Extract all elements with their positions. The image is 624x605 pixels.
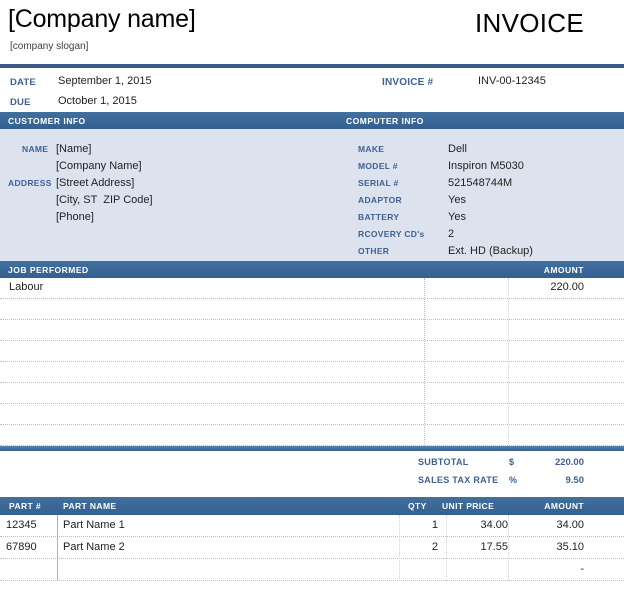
computer-info-key: BATTERY bbox=[358, 212, 400, 222]
job-amount[interactable]: 220.00 bbox=[550, 281, 584, 293]
customer-line[interactable]: [Company Name] bbox=[56, 158, 153, 175]
date-value[interactable]: September 1, 2015 bbox=[58, 75, 152, 87]
computer-info-key: MAKE bbox=[358, 144, 385, 154]
job-table-amount-divider bbox=[508, 278, 509, 446]
parts-col-qty: QTY bbox=[408, 501, 427, 511]
sales-tax-rate-row: SALES TAX RATE % 9.50 bbox=[0, 475, 624, 493]
job-amount-heading: AMOUNT bbox=[543, 265, 584, 275]
due-value[interactable]: October 1, 2015 bbox=[58, 95, 137, 107]
job-performed-heading: JOB PERFORMED bbox=[8, 265, 89, 275]
sales-tax-rate-value[interactable]: 9.50 bbox=[566, 475, 585, 486]
parts-table-body: 12345 Part Name 1 1 34.00 34.00 67890 Pa… bbox=[0, 515, 624, 581]
job-row[interactable] bbox=[0, 362, 624, 383]
customer-line[interactable]: [City, ST ZIP Code] bbox=[56, 192, 153, 209]
parts-table-header: PART # PART NAME QTY UNIT PRICE AMOUNT bbox=[0, 497, 624, 515]
computer-info-key: RCOVERY CD's bbox=[358, 229, 425, 239]
computer-info-value[interactable]: Yes bbox=[448, 209, 466, 226]
company-name: [Company name] bbox=[8, 5, 196, 33]
parts-col-part-number: PART # bbox=[9, 501, 41, 511]
job-row[interactable] bbox=[0, 341, 624, 362]
computer-info-row: ADAPTOR Yes bbox=[358, 192, 533, 209]
computer-info-row: OTHER Ext. HD (Backup) bbox=[358, 243, 533, 260]
parts-col-unit-price: UNIT PRICE bbox=[442, 501, 495, 511]
job-rows: Labour 220.00 bbox=[0, 278, 624, 446]
computer-info-key: SERIAL # bbox=[358, 178, 399, 188]
part-number-cell[interactable]: 12345 bbox=[6, 519, 37, 531]
company-slogan: [company slogan] bbox=[10, 41, 89, 52]
customer-line[interactable]: [Name] bbox=[56, 141, 153, 158]
info-section-header-band: CUSTOMER INFO COMPUTER INFO bbox=[0, 112, 624, 129]
date-label: DATE bbox=[10, 77, 36, 88]
customer-line[interactable]: [Phone] bbox=[56, 209, 153, 226]
sales-tax-rate-label: SALES TAX RATE bbox=[418, 475, 499, 485]
computer-info-key: OTHER bbox=[358, 246, 390, 256]
computer-info-row: MODEL # Inspiron M5030 bbox=[358, 158, 533, 175]
subtotal-currency-symbol: $ bbox=[509, 457, 515, 467]
job-performed-table: Labour 220.00 bbox=[0, 278, 624, 446]
info-panel: NAME ADDRESS [Name] [Company Name] [Stre… bbox=[0, 129, 624, 261]
computer-info-value[interactable]: Yes bbox=[448, 192, 466, 209]
subtotal-label: SUBTOTAL bbox=[418, 457, 469, 467]
part-name-cell[interactable]: Part Name 2 bbox=[63, 541, 125, 553]
part-unit-price-cell[interactable]: 17.55 bbox=[448, 541, 508, 553]
computer-info-value[interactable]: Dell bbox=[448, 141, 467, 158]
computer-info-value[interactable]: 521548744M bbox=[448, 175, 512, 192]
job-performed-header-band: JOB PERFORMED AMOUNT bbox=[0, 261, 624, 278]
subtotal-row: SUBTOTAL $ 220.00 bbox=[0, 457, 624, 475]
part-qty-cell[interactable]: 2 bbox=[390, 541, 438, 553]
totals-section: SUBTOTAL $ 220.00 SALES TAX RATE % 9.50 bbox=[0, 451, 624, 497]
table-row[interactable]: 67890 Part Name 2 2 17.55 35.10 bbox=[0, 537, 624, 559]
table-row[interactable]: - bbox=[0, 559, 624, 581]
parts-table-price-divider bbox=[446, 515, 447, 581]
part-qty-cell[interactable]: 1 bbox=[390, 519, 438, 531]
computer-info-value[interactable]: Inspiron M5030 bbox=[448, 158, 524, 175]
computer-info-value[interactable]: 2 bbox=[448, 226, 454, 243]
computer-info-row: BATTERY Yes bbox=[358, 209, 533, 226]
job-description[interactable]: Labour bbox=[9, 281, 43, 293]
part-name-cell[interactable]: Part Name 1 bbox=[63, 519, 125, 531]
computer-info-row: MAKE Dell bbox=[358, 141, 533, 158]
computer-info-block: MAKE Dell MODEL # Inspiron M5030 SERIAL … bbox=[358, 141, 533, 260]
customer-address-label: ADDRESS bbox=[8, 178, 52, 188]
part-amount-cell: 35.10 bbox=[556, 541, 584, 553]
document-title: INVOICE bbox=[474, 8, 584, 38]
job-row[interactable] bbox=[0, 404, 624, 425]
computer-info-row: SERIAL # 521548744M bbox=[358, 175, 533, 192]
computer-info-key: MODEL # bbox=[358, 161, 398, 171]
part-number-cell[interactable]: 67890 bbox=[6, 541, 37, 553]
parts-col-amount: AMOUNT bbox=[544, 501, 584, 511]
due-label: DUE bbox=[10, 97, 31, 108]
invoice-meta-section: DATE September 1, 2015 DUE October 1, 20… bbox=[0, 68, 624, 112]
part-amount-cell: - bbox=[580, 563, 584, 575]
job-row[interactable] bbox=[0, 383, 624, 404]
job-row[interactable] bbox=[0, 320, 624, 341]
job-row[interactable] bbox=[0, 425, 624, 446]
computer-info-key: ADAPTOR bbox=[358, 195, 402, 205]
invoice-number-value[interactable]: INV-00-12345 bbox=[478, 75, 546, 87]
customer-info-heading: CUSTOMER INFO bbox=[8, 116, 86, 126]
parts-table-amount-divider bbox=[508, 515, 509, 581]
job-row[interactable]: Labour 220.00 bbox=[0, 278, 624, 299]
sales-tax-percent-symbol: % bbox=[509, 475, 518, 485]
subtotal-value: 220.00 bbox=[554, 457, 584, 468]
invoice-number-label: INVOICE # bbox=[382, 77, 434, 88]
computer-info-row: RCOVERY CD's 2 bbox=[358, 226, 533, 243]
invoice-header: [Company name] [company slogan] INVOICE bbox=[0, 0, 624, 64]
computer-info-heading: COMPUTER INFO bbox=[346, 116, 424, 126]
customer-address-block[interactable]: [Name] [Company Name] [Street Address] [… bbox=[56, 141, 153, 226]
table-row[interactable]: 12345 Part Name 1 1 34.00 34.00 bbox=[0, 515, 624, 537]
customer-line[interactable]: [Street Address] bbox=[56, 175, 153, 192]
parts-col-part-name: PART NAME bbox=[63, 501, 117, 511]
part-amount-cell: 34.00 bbox=[556, 519, 584, 531]
job-row[interactable] bbox=[0, 299, 624, 320]
job-table-column-divider bbox=[424, 278, 425, 446]
computer-info-value[interactable]: Ext. HD (Backup) bbox=[448, 243, 533, 260]
part-unit-price-cell[interactable]: 34.00 bbox=[448, 519, 508, 531]
customer-name-label: NAME bbox=[22, 144, 49, 154]
parts-table-qty-divider bbox=[399, 515, 400, 581]
parts-table-name-divider bbox=[57, 515, 58, 581]
